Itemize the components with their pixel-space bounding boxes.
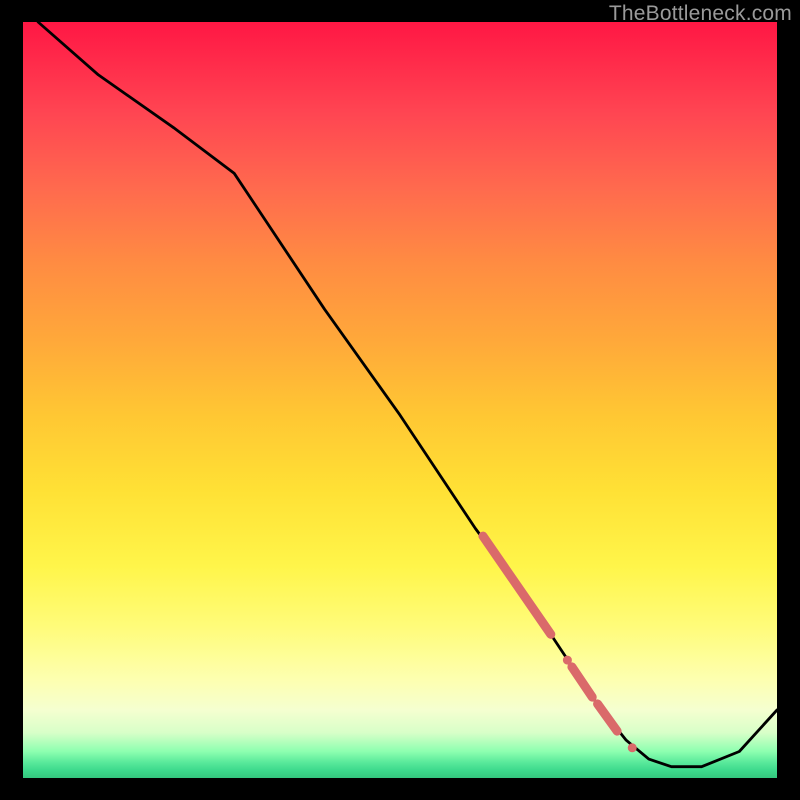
- marker-segment: [572, 667, 592, 697]
- watermark-text: TheBottleneck.com: [609, 2, 792, 26]
- highlight-markers: [483, 536, 637, 752]
- marker-segment: [598, 704, 618, 731]
- chart-overlay: [23, 22, 777, 778]
- marker-dot: [628, 743, 637, 752]
- marker-segment: [483, 536, 551, 634]
- line-series-curve: [38, 22, 777, 767]
- chart-container: TheBottleneck.com: [0, 0, 800, 800]
